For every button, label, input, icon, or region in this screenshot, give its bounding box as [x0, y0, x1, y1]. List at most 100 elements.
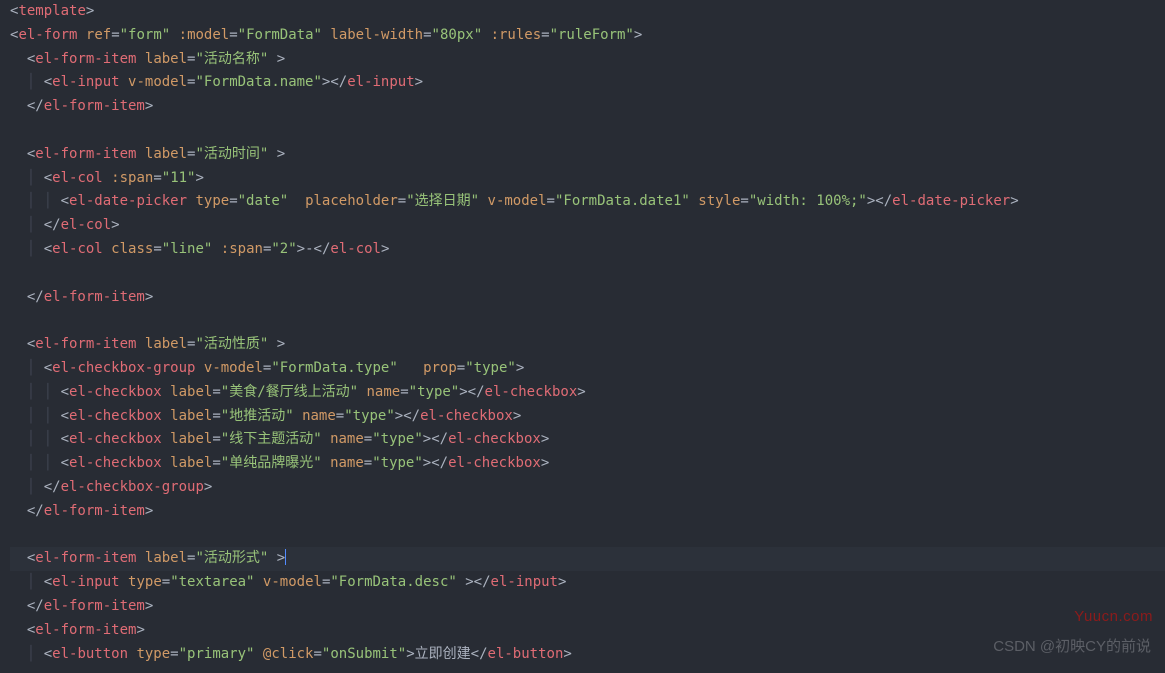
token-tag: el-checkbox [485, 384, 578, 400]
code-line[interactable]: │ <el-col class="line" :span="2">-</el-c… [10, 238, 1165, 262]
code-line[interactable] [10, 524, 1165, 548]
token-tag: el-button [52, 646, 128, 662]
token-attr: :rules [491, 27, 542, 43]
token-str: "80px" [432, 27, 483, 43]
watermark-csdn: CSDN @初映CY的前说 [993, 634, 1151, 660]
token-attr: :model [179, 27, 230, 43]
token-attr: label-width [330, 27, 423, 43]
code-line[interactable]: <el-form-item label="活动性质" > [10, 333, 1165, 357]
token-punc: > [145, 598, 153, 614]
token-txt [254, 574, 262, 590]
token-attr: type [195, 193, 229, 209]
token-txt [482, 27, 490, 43]
code-line[interactable]: │ │ <el-date-picker type="date" placehol… [10, 190, 1165, 214]
token-punc: ></ [423, 455, 448, 471]
token-str: "form" [120, 27, 171, 43]
token-punc: > [516, 360, 524, 376]
token-punc: > [277, 51, 285, 67]
token-tag: el-col [52, 241, 103, 257]
code-line[interactable]: <el-form-item> [10, 619, 1165, 643]
token-str: "ruleForm" [550, 27, 634, 43]
token-attr: label [145, 336, 187, 352]
token-attr: placeholder [305, 193, 398, 209]
code-line[interactable]: │ <el-input v-model="FormData.name"></el… [10, 71, 1165, 95]
token-punc: </ [27, 98, 44, 114]
token-attr: :span [221, 241, 263, 257]
token-guide: │ │ [10, 455, 61, 471]
code-line[interactable]: │ │ <el-checkbox label="单纯品牌曝光" name="ty… [10, 452, 1165, 476]
code-line[interactable]: │ <el-input type="textarea" v-model="For… [10, 571, 1165, 595]
token-punc: </ [44, 217, 61, 233]
code-line[interactable]: </el-form-item> [10, 286, 1165, 310]
token-str: "onSubmit" [322, 646, 406, 662]
code-line[interactable]: │ │ <el-checkbox label="美食/餐厅线上活动" name=… [10, 381, 1165, 405]
code-line[interactable]: <el-form ref="form" :model="FormData" la… [10, 24, 1165, 48]
code-line[interactable] [10, 262, 1165, 286]
token-str: "FormData.date1" [555, 193, 690, 209]
token-str: "type" [372, 455, 423, 471]
token-txt [268, 550, 276, 566]
token-punc: ></ [395, 408, 420, 424]
token-punc: </ [314, 241, 331, 257]
token-tag: el-checkbox [448, 431, 541, 447]
token-str: "FormData.desc" [330, 574, 456, 590]
token-attr: :span [111, 170, 153, 186]
token-punc: </ [27, 598, 44, 614]
token-eq: = [364, 455, 372, 471]
token-guide: │ [10, 241, 44, 257]
token-punc: > [277, 336, 285, 352]
token-punc: ></ [459, 384, 484, 400]
code-line[interactable]: │ <el-checkbox-group v-model="FormData.t… [10, 357, 1165, 381]
code-line[interactable]: </el-form-item> [10, 595, 1165, 619]
code-line[interactable]: </el-form-item> [10, 95, 1165, 119]
token-txt [690, 193, 698, 209]
code-line[interactable]: │ <el-col :span="11"> [10, 167, 1165, 191]
code-line[interactable] [10, 309, 1165, 333]
code-line[interactable]: │ </el-col> [10, 214, 1165, 238]
token-str: "textarea" [170, 574, 254, 590]
token-guide [10, 289, 27, 305]
token-tag: el-form-item [35, 336, 136, 352]
token-guide: │ [10, 646, 44, 662]
token-attr: type [128, 574, 162, 590]
token-tag: el-form-item [35, 51, 136, 67]
token-txt [103, 170, 111, 186]
token-attr: label [145, 550, 187, 566]
token-str: "type" [465, 360, 516, 376]
token-attr: label [170, 384, 212, 400]
token-tag: el-input [347, 74, 414, 90]
code-line[interactable]: │ │ <el-checkbox label="线下主题活动" name="ty… [10, 428, 1165, 452]
code-line[interactable]: │ <el-button type="primary" @click="onSu… [10, 643, 1165, 667]
token-eq: = [398, 193, 406, 209]
token-tag: el-form-item [44, 289, 145, 305]
token-str: "线下主题活动" [221, 431, 322, 447]
code-line[interactable] [10, 119, 1165, 143]
token-guide: │ │ [10, 431, 61, 447]
token-tag: el-checkbox [420, 408, 513, 424]
token-str: "美食/餐厅线上活动" [221, 384, 358, 400]
token-attr: label [170, 408, 212, 424]
code-line[interactable]: │ </el-checkbox-group> [10, 476, 1165, 500]
code-line[interactable]: <el-form-item label="活动时间" > [10, 143, 1165, 167]
token-eq: = [212, 431, 220, 447]
token-punc: > [513, 408, 521, 424]
code-line[interactable]: <el-form-item label="活动名称" > [10, 48, 1165, 72]
code-line[interactable]: <template> [10, 0, 1165, 24]
token-tag: el-form-item [35, 622, 136, 638]
token-attr: label [145, 146, 187, 162]
token-attr: v-model [263, 574, 322, 590]
token-txt [479, 193, 487, 209]
token-eq: = [162, 574, 170, 590]
token-punc: > [277, 550, 285, 566]
token-punc: </ [44, 479, 61, 495]
token-attr: v-model [204, 360, 263, 376]
code-line[interactable]: │ │ <el-checkbox label="地推活动" name="type… [10, 405, 1165, 429]
token-txt [162, 431, 170, 447]
code-line[interactable]: </el-form-item> [10, 500, 1165, 524]
code-editor[interactable]: <template><el-form ref="form" :model="Fo… [0, 0, 1165, 666]
token-txt: - [305, 241, 313, 257]
token-guide: │ [10, 170, 44, 186]
token-tag: el-form [18, 27, 77, 43]
code-line[interactable]: <el-form-item label="活动形式" > [10, 547, 1165, 571]
token-punc: < [61, 408, 69, 424]
